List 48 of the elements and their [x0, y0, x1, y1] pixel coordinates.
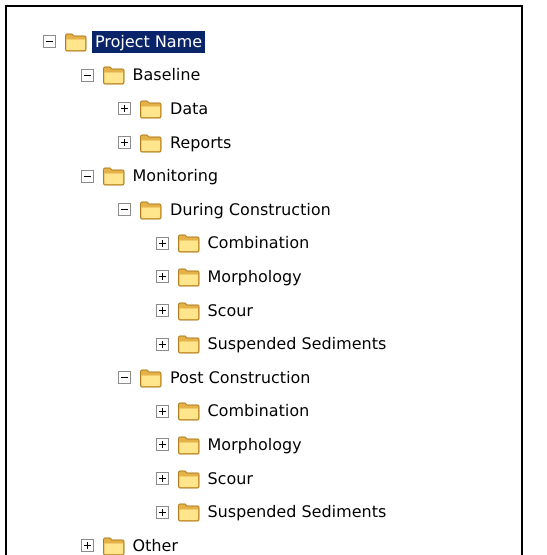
collapse-icon[interactable] [43, 35, 56, 48]
expand-icon[interactable] [156, 506, 168, 519]
folder-icon [176, 233, 200, 254]
folder-label[interactable]: Other [130, 534, 181, 555]
folder-label[interactable]: Baseline [130, 64, 204, 86]
folder-label[interactable]: Combination [204, 400, 312, 422]
folder-icon [102, 536, 126, 555]
folder-icon [176, 468, 200, 489]
folder-icon [176, 401, 200, 422]
folder-icon [176, 266, 200, 287]
folder-icon [64, 32, 88, 52]
collapse-icon[interactable] [118, 371, 131, 384]
folder-label[interactable]: Scour [204, 468, 256, 490]
expand-icon[interactable] [156, 404, 168, 418]
folder-label[interactable]: Data [167, 98, 212, 120]
folder-icon [102, 65, 126, 86]
expand-icon[interactable] [156, 236, 168, 250]
folder-icon [139, 200, 163, 220]
folder-label[interactable]: Post Construction [167, 366, 314, 389]
collapse-icon[interactable] [80, 68, 94, 82]
expand-icon[interactable] [156, 338, 168, 351]
expand-icon[interactable] [156, 472, 168, 486]
folder-label[interactable]: During Construction [167, 198, 334, 221]
expand-icon[interactable] [80, 539, 94, 552]
expand-icon[interactable] [118, 136, 131, 150]
folder-icon [176, 434, 200, 455]
expand-icon[interactable] [156, 270, 168, 284]
folder-label[interactable]: Scour [204, 300, 256, 322]
folder-icon [176, 300, 200, 321]
folder-icon [139, 132, 163, 153]
collapse-icon[interactable] [80, 170, 94, 183]
expand-icon[interactable] [118, 102, 131, 116]
expand-icon[interactable] [156, 304, 168, 318]
folder-icon [176, 334, 200, 354]
collapse-icon[interactable] [118, 203, 131, 216]
folder-label[interactable]: Suspended Sediments [204, 333, 390, 356]
folder-label[interactable]: Morphology [204, 434, 305, 456]
expand-icon[interactable] [156, 438, 168, 452]
folder-label[interactable]: Reports [167, 132, 234, 154]
folder-icon [102, 166, 126, 186]
folder-label[interactable]: Monitoring [130, 165, 222, 188]
folder-icon [139, 98, 163, 119]
folder-icon [176, 502, 200, 522]
folder-label[interactable]: Combination [204, 232, 312, 254]
folder-label[interactable]: Morphology [204, 266, 305, 288]
folder-label[interactable]: Suspended Sediments [204, 501, 390, 524]
folder-icon [139, 368, 163, 388]
folder-label[interactable]: Project Name [92, 30, 206, 53]
